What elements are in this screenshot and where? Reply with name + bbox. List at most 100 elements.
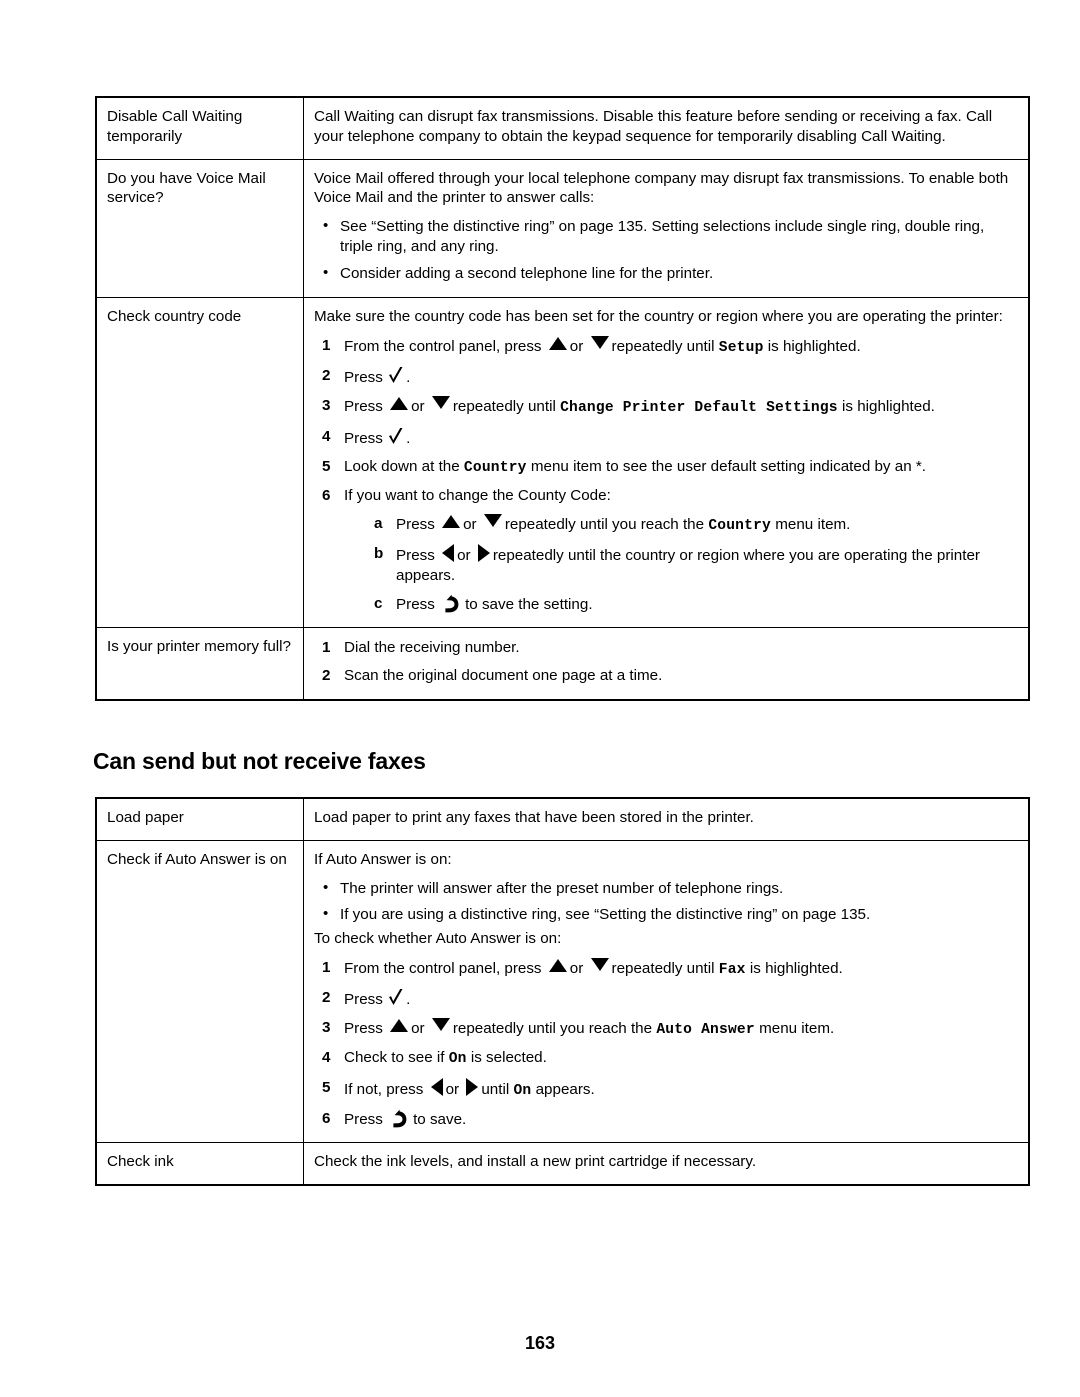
solution-cell: Check the ink levels, and install a new … (303, 1141, 1030, 1186)
step-number: 3 (322, 397, 331, 415)
up-arrow-icon (442, 514, 461, 528)
step-text: If you want to change the County Code: (344, 486, 611, 504)
step-text: . (406, 991, 411, 1008)
back-return-icon (445, 595, 459, 613)
right-arrow-icon (466, 1077, 479, 1096)
solution-cell: 1 Dial the receiving number. 2 Scan the or… (303, 627, 1030, 700)
solution-cell: Make sure the country code has been set … (303, 297, 1030, 629)
solution-cell: Load paper to print any faxes that have … (303, 797, 1030, 841)
right-arrow-icon (477, 544, 490, 563)
solution-text: Check the ink levels, and install a new … (314, 1152, 757, 1170)
list-item: 5 Look down at the Country menu item to s… (314, 457, 1018, 478)
step-text: to save. (413, 1110, 467, 1128)
step-text: From the control panel, press (344, 338, 542, 355)
down-arrow-icon (431, 1018, 450, 1032)
step-text: Press (344, 398, 383, 416)
table-row: Check if Auto Answer is on If Auto Answe… (95, 839, 1030, 1143)
menu-item-name: On (513, 1082, 532, 1099)
solution-cell: Call Waiting can disrupt fax transmissio… (303, 96, 1030, 160)
step-number: 6 (322, 1109, 331, 1127)
step-text: or (457, 547, 471, 565)
substep-list: a Press or repeatedly until you reach the… (344, 513, 1018, 615)
list-item: 3 Press or repeatedly until you reach the… (314, 1018, 1018, 1040)
left-arrow-icon (442, 544, 455, 563)
step-text: If not, press (344, 1080, 424, 1098)
list-item: 3 Press or repeatedly until Change Printe… (314, 396, 1018, 418)
page-title: Can send but not receive faxes (93, 748, 426, 774)
step-text: Press (344, 369, 383, 387)
list-item: Consider adding a second telephone line … (314, 263, 1018, 284)
step-text: is selected. (470, 1049, 547, 1067)
step-text: menu item. (775, 515, 851, 533)
step-text: . (406, 369, 411, 387)
list-item: 2 Press . (314, 988, 1018, 1010)
substep-letter: b (374, 545, 384, 563)
list-item: 1 From the control panel, press or repeat… (314, 957, 1018, 980)
step-number: 1 (322, 639, 331, 657)
list-item: a Press or repeatedly until you reach the… (366, 513, 1018, 536)
list-item: If you are using a distinctive ring, see… (314, 904, 1018, 925)
step-number: 5 (322, 1078, 331, 1096)
list-item: b Press or repeatedly until the country o… (366, 544, 1018, 586)
step-text: or (445, 1080, 460, 1098)
step-number: 1 (322, 958, 331, 976)
troubleshooting-table-receive: Load paper Load paper to print any faxes… (95, 797, 1030, 1186)
step-number: 4 (322, 1049, 331, 1067)
checkmark-select-icon (389, 427, 403, 444)
step-number: 3 (322, 1019, 331, 1037)
table-row: Disable Call Waiting temporarily Call Wa… (95, 96, 1030, 160)
list-item: 4 Check to see if On is selected. (314, 1048, 1018, 1069)
step-text: Press (344, 991, 383, 1008)
list-item: 6 Press to save. (314, 1109, 1018, 1130)
step-text: repeatedly until you reach the (452, 1020, 653, 1038)
step-text: Scan the original document one page at a… (344, 667, 663, 685)
substep-letter: c (374, 595, 383, 613)
solution-text: Load paper to print any faxes that have … (314, 809, 754, 826)
list-item: 5 If not, press or until On appears. (314, 1077, 1018, 1101)
step-list: 1 From the control panel, press or repeat… (314, 336, 1018, 615)
list-item: The printer will answer after the preset… (314, 878, 1018, 899)
menu-item-name: On (448, 1051, 467, 1068)
step-number: 6 (322, 486, 331, 504)
step-text: repeatedly until (611, 338, 715, 355)
step-number: 2 (322, 989, 331, 1006)
table-row: Check ink Check the ink levels, and inst… (95, 1141, 1030, 1186)
down-arrow-icon (590, 957, 609, 971)
step-number: 2 (322, 667, 331, 685)
issue-cell: Disable Call Waiting temporarily (95, 96, 304, 160)
step-text: repeatedly until you reach the (504, 515, 705, 533)
step-text: Press (344, 1020, 383, 1038)
checkmark-select-icon (389, 367, 403, 384)
up-arrow-icon (548, 337, 567, 350)
step-number: 2 (322, 367, 331, 385)
solution-cell: If Auto Answer is on: The printer will a… (303, 839, 1030, 1143)
step-text: is highlighted. (842, 398, 935, 416)
step-number: 4 (322, 427, 331, 445)
step-text: Dial the receiving number. (344, 639, 520, 657)
issue-cell: Check if Auto Answer is on (95, 839, 304, 1143)
solution-intro: Make sure the country code has been set … (314, 308, 1003, 326)
up-arrow-icon (548, 958, 567, 972)
step-text: . (406, 429, 411, 447)
issue-cell: Check ink (95, 1141, 304, 1186)
list-item: 6 If you want to change the County Code: … (314, 486, 1018, 616)
table-row: Check country code Make sure the country… (95, 297, 1030, 629)
table-row: Load paper Load paper to print any faxes… (95, 797, 1030, 841)
bullet-list: The printer will answer after the preset… (314, 878, 1018, 926)
down-arrow-icon (483, 513, 502, 527)
bullet-list: See “Setting the distinctive ring” on pa… (314, 216, 1018, 284)
step-text: is highlighted. (767, 338, 861, 355)
step-text: Press (396, 596, 435, 614)
step-text: or (569, 338, 584, 355)
substep-letter: a (374, 514, 383, 532)
step-text: menu item. (759, 1020, 835, 1038)
step-text: is highlighted. (749, 959, 843, 977)
menu-item-name: Country (463, 459, 527, 476)
down-arrow-icon (431, 396, 450, 410)
step-text: or (569, 959, 584, 977)
step-text: repeatedly until (611, 959, 715, 977)
list-item: 1 From the control panel, press or repeat… (314, 336, 1018, 358)
menu-item-name: Change Printer Default Settings (560, 400, 838, 417)
step-number: 1 (322, 337, 331, 354)
down-arrow-icon (590, 336, 609, 349)
